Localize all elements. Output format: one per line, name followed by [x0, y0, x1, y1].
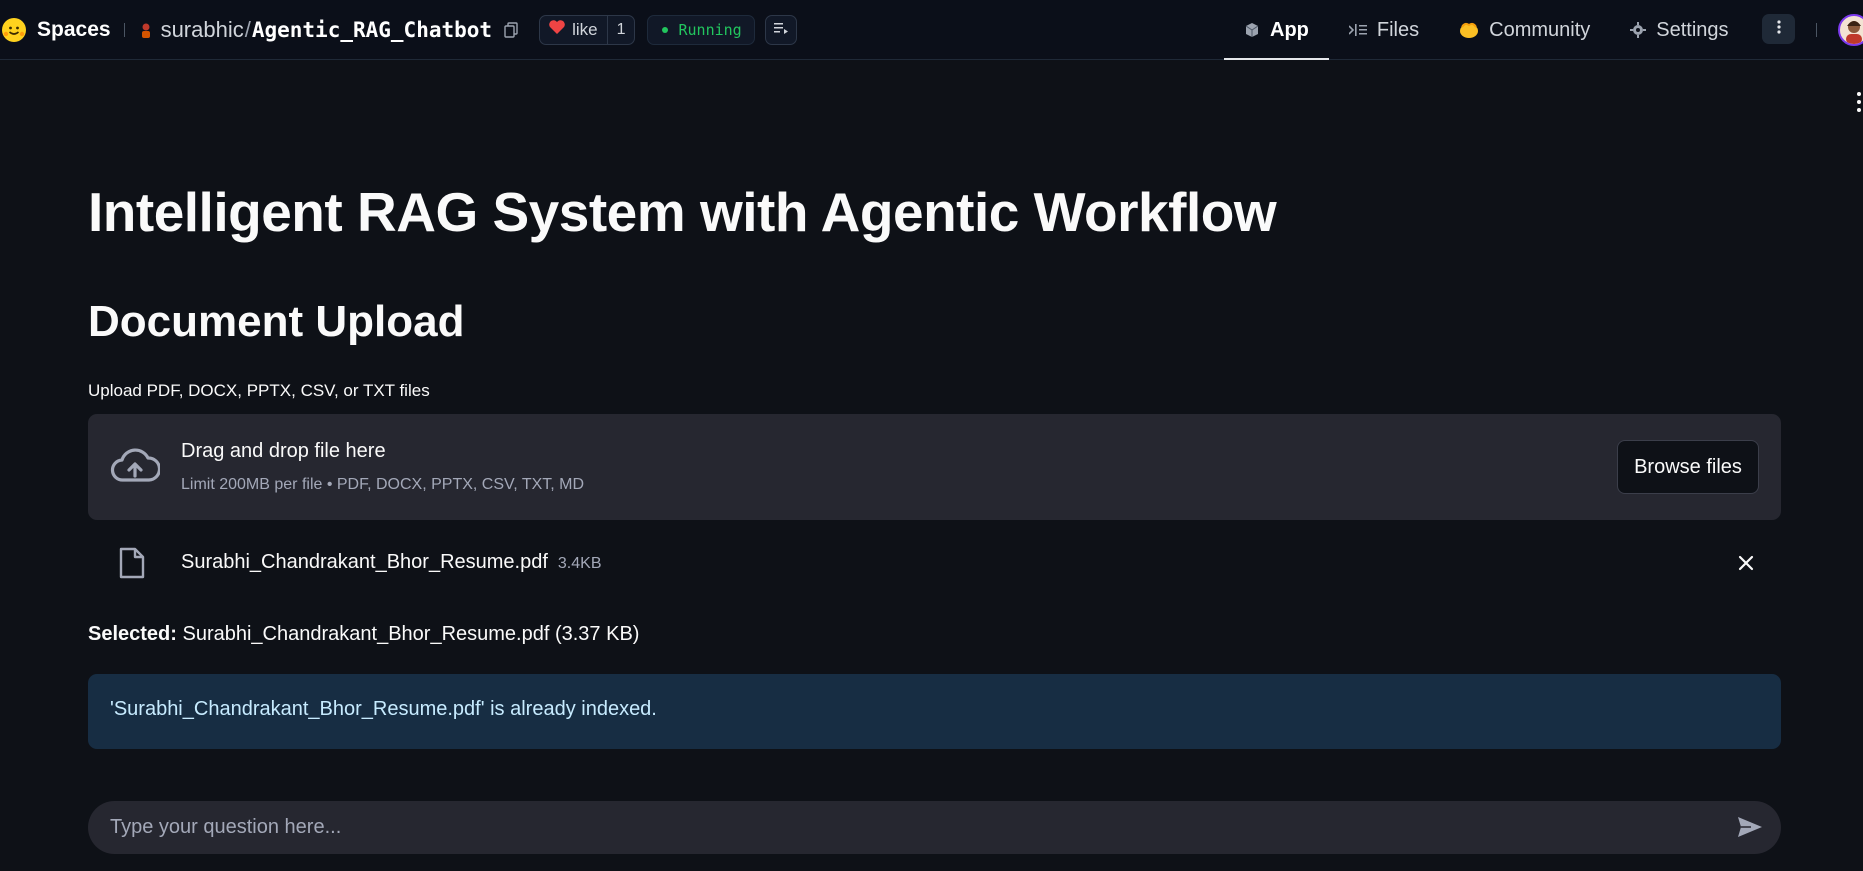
- cloud-upload-icon: [110, 446, 162, 486]
- list-icon: [773, 21, 788, 39]
- owner-avatar-icon: [139, 22, 153, 38]
- divider: [1816, 23, 1817, 37]
- page-title: Intelligent RAG System with Agentic Work…: [88, 181, 1277, 243]
- dropzone-subtitle: Limit 200MB per file • PDF, DOCX, PPTX, …: [181, 476, 585, 493]
- file-icon: [119, 547, 145, 579]
- selected-file-line: Selected: Surabhi_Chandrakant_Bhor_Resum…: [88, 623, 639, 646]
- divider: [123, 22, 125, 37]
- remove-file-close-icon[interactable]: [1735, 552, 1757, 574]
- more-options-button[interactable]: [1762, 14, 1795, 44]
- space-tabs: App Files Community Settings: [1224, 0, 1749, 60]
- spaces-brand[interactable]: Spaces: [2, 0, 111, 60]
- tab-settings[interactable]: Settings: [1610, 0, 1748, 60]
- copy-icon[interactable]: [503, 21, 519, 38]
- status-text: Running: [678, 20, 742, 39]
- gear-icon: [1630, 22, 1647, 38]
- logs-button[interactable]: [764, 14, 797, 45]
- dropzone-title: Drag and drop file here: [181, 440, 386, 462]
- file-name: Surabhi_Chandrakant_Bhor_Resume.pdf: [181, 551, 548, 573]
- files-icon: [1348, 23, 1367, 37]
- cube-icon: [1244, 22, 1260, 38]
- huggingface-logo-icon: [2, 17, 26, 42]
- section-title: Document Upload: [88, 297, 465, 346]
- tab-community[interactable]: Community: [1439, 0, 1610, 60]
- status-dot-icon: [662, 26, 669, 33]
- repo-name-link[interactable]: Agentic_RAG_Chatbot: [252, 18, 492, 42]
- owner-link[interactable]: surabhic: [161, 17, 244, 43]
- selected-value: Surabhi_Chandrakant_Bhor_Resume.pdf (3.3…: [182, 623, 640, 645]
- kebab-icon: [1776, 19, 1781, 39]
- tab-label: Settings: [1656, 18, 1729, 41]
- tab-label: Files: [1376, 18, 1420, 41]
- selected-label: Selected:: [88, 623, 177, 645]
- upload-label: Upload PDF, DOCX, PPTX, CSV, or TXT file…: [88, 381, 430, 400]
- like-count[interactable]: 1: [608, 21, 635, 39]
- send-icon[interactable]: [1736, 814, 1764, 840]
- browse-files-button[interactable]: Browse files: [1617, 440, 1759, 494]
- tab-label: App: [1270, 18, 1309, 41]
- uploaded-file-item: Surabhi_Chandrakant_Bhor_Resume.pdf 3.4KB: [88, 540, 1781, 586]
- app-menu-icon[interactable]: [1857, 92, 1862, 112]
- status-badge[interactable]: Running: [647, 14, 755, 45]
- file-dropzone[interactable]: Drag and drop file here Limit 200MB per …: [88, 414, 1781, 520]
- tab-files[interactable]: Files: [1329, 0, 1439, 60]
- chat-input[interactable]: [110, 801, 1690, 854]
- info-alert: 'Surabhi_Chandrakant_Bhor_Resume.pdf' is…: [88, 674, 1781, 749]
- tab-label: Community: [1489, 18, 1591, 41]
- chat-input-container: [88, 801, 1781, 854]
- brand-label: Spaces: [37, 17, 111, 41]
- user-avatar[interactable]: [1838, 14, 1863, 46]
- heart-icon: [548, 19, 566, 40]
- path-separator: /: [244, 16, 251, 42]
- community-icon: [1459, 21, 1479, 39]
- tab-app[interactable]: App: [1224, 0, 1329, 60]
- like-button[interactable]: like 1: [539, 14, 636, 45]
- info-message: 'Surabhi_Chandrakant_Bhor_Resume.pdf' is…: [110, 698, 657, 720]
- like-label: like: [572, 19, 598, 39]
- file-size: 3.4KB: [557, 555, 602, 572]
